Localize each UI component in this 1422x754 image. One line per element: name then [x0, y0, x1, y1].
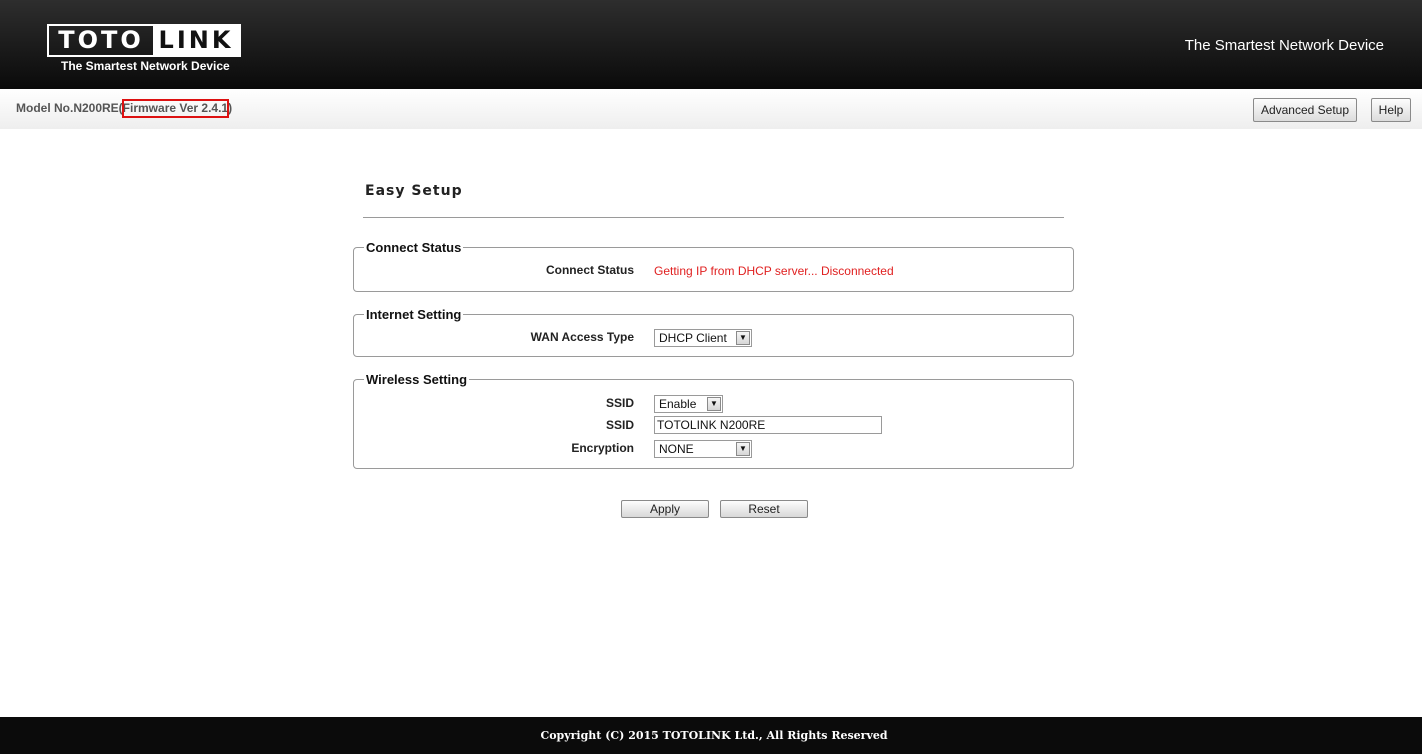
chevron-down-icon[interactable]: ▼: [707, 397, 721, 411]
copyright-text: Copyright (C) 2015 TOTOLINK Ltd., All Ri…: [540, 729, 888, 742]
encryption-label: Encryption: [571, 441, 634, 455]
apply-button[interactable]: Apply: [621, 500, 709, 518]
header-slogan: The Smartest Network Device: [1184, 37, 1384, 54]
help-button[interactable]: Help: [1371, 98, 1411, 122]
advanced-setup-button[interactable]: Advanced Setup: [1253, 98, 1357, 122]
firmware-highlight-box: [122, 99, 229, 118]
chevron-down-icon[interactable]: ▼: [736, 331, 750, 345]
wan-access-type-label: WAN Access Type: [530, 330, 634, 344]
logo-tagline: The Smartest Network Device: [61, 59, 230, 73]
logo-text-right: LINK: [153, 26, 239, 55]
reset-button[interactable]: Reset: [720, 500, 808, 518]
totolink-logo: TOTO LINK The Smartest Network Device: [47, 24, 242, 77]
ssid-toggle-label: SSID: [605, 396, 634, 410]
wan-access-type-value: DHCP Client: [659, 331, 727, 345]
ssid-input[interactable]: [654, 416, 882, 434]
title-divider: [363, 217, 1064, 218]
chevron-down-icon[interactable]: ▼: [736, 442, 750, 456]
internet-setting-legend: Internet Setting: [366, 307, 462, 322]
logo-text-left: TOTO: [58, 26, 144, 54]
ssid-enable-select[interactable]: Enable ▼: [654, 395, 723, 413]
ssid-label: SSID: [605, 418, 634, 432]
page-title: Easy Setup: [365, 183, 463, 199]
ssid-enable-value: Enable: [659, 397, 697, 411]
wan-access-type-select[interactable]: DHCP Client ▼: [654, 329, 752, 347]
encryption-value: NONE: [659, 442, 694, 456]
wireless-setting-legend: Wireless Setting: [366, 372, 468, 387]
top-banner: TOTO LINK The Smartest Network Device Th…: [0, 0, 1422, 89]
connect-status-label: Connect Status: [545, 263, 634, 277]
connect-status-legend: Connect Status: [366, 240, 462, 255]
encryption-select[interactable]: NONE ▼: [654, 440, 752, 458]
connect-status-value: Getting IP from DHCP server... Disconnec…: [654, 264, 894, 278]
logo-box: TOTO LINK: [47, 24, 241, 57]
